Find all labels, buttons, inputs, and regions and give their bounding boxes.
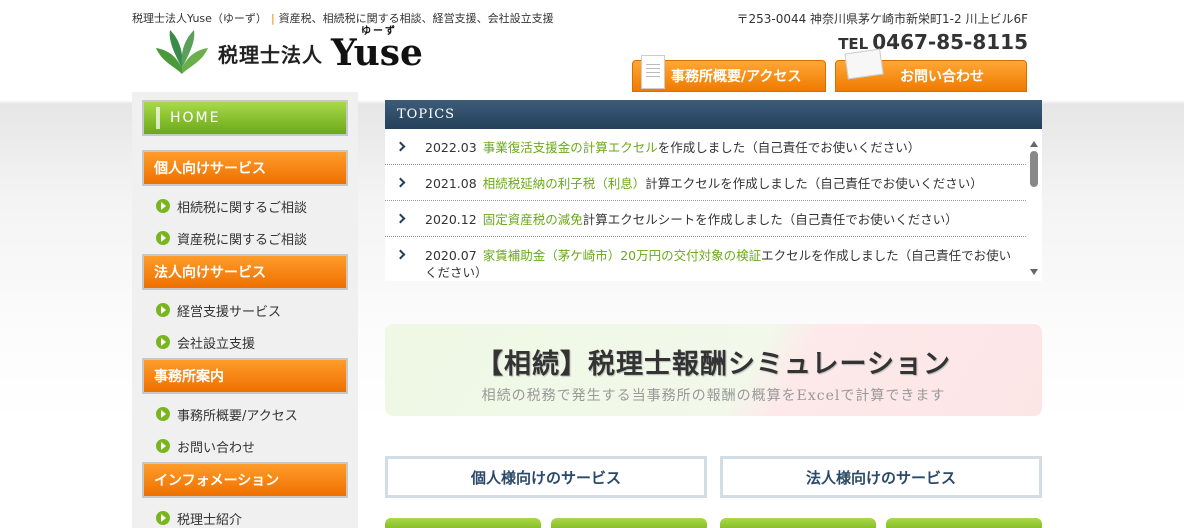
- sidebar-item-company-setup[interactable]: 会社設立支援: [142, 326, 348, 358]
- logo-ruby: ゆーず: [361, 26, 397, 37]
- topic-link[interactable]: 事業復活支援金の計算エクセル: [483, 140, 658, 155]
- page-wrapper: 税理士法人Yuse（ゆーず） | 資産税、相続税に関する相談、経営支援、会社設立支援…: [132, 0, 1052, 528]
- document-icon: [641, 55, 665, 89]
- site-header: 税理士法人Yuse（ゆーず） | 資産税、相続税に関する相談、経営支援、会社設立支援…: [132, 0, 1052, 92]
- arrow-circle-icon: [156, 439, 170, 453]
- topic-date: 2021.08: [425, 176, 477, 191]
- sidebar-item-label: 税理士紹介: [177, 512, 243, 528]
- sidebar-item-label: お問い合わせ: [177, 440, 256, 456]
- tagline-description: 資産税、相続税に関する相談、経営支援、会社設立支援: [278, 12, 554, 25]
- sidebar-category-office[interactable]: 事務所案内: [142, 358, 348, 394]
- topic-item: 2022.03 事業復活支援金の計算エクセルを作成しました（自己責任でお使いくださ…: [385, 129, 1026, 165]
- service-card[interactable]: [720, 518, 876, 528]
- topic-date: 2020.07: [425, 248, 477, 263]
- chevron-right-icon: [395, 213, 406, 224]
- service-card[interactable]: [385, 518, 541, 528]
- sidebar-category-corporate[interactable]: 法人向けサービス: [142, 254, 348, 290]
- topics-heading: TOPICS: [385, 100, 1042, 129]
- corporate-services-heading[interactable]: 法人様向けのサービス: [720, 456, 1042, 498]
- tagline-name: 税理士法人Yuse（ゆーず）: [132, 12, 267, 25]
- chevron-right-icon: [395, 177, 406, 188]
- sidebar-category-personal[interactable]: 個人向けサービス: [142, 150, 348, 186]
- leaf-logo-icon: [156, 30, 208, 74]
- main-content: TOPICS 2022.03 事業復活支援金の計算エクセルを作成しました（自己責任…: [385, 100, 1042, 528]
- topic-item: 2020.12 固定資産税の減免計算エクセルシートを作成しました（自己責任でお使い…: [385, 201, 1026, 237]
- sidebar-item-label: 会社設立支援: [177, 336, 256, 352]
- tel-number: 0467-85-8115: [872, 30, 1028, 54]
- contact-button[interactable]: お問い合わせ: [835, 48, 1027, 92]
- envelope-icon: [844, 48, 884, 80]
- topic-item: 2021.08 相続税延納の利子税（利息）計算エクセルを作成しました（自己責任でお…: [385, 165, 1026, 201]
- sidebar-item-inheritance-tax[interactable]: 相続税に関するご相談: [142, 190, 348, 222]
- topic-item: 2020.07 家賃補助金（茅ケ崎市）20万円の交付対象の検証エクセルを作成しまし…: [385, 237, 1026, 281]
- sidebar-item-office-access[interactable]: 事務所概要/アクセス: [142, 398, 348, 430]
- topic-link[interactable]: 相続税延納の利子税（利息）: [483, 176, 646, 191]
- logo-text: 税理士法人: [218, 42, 323, 67]
- office-access-button[interactable]: 事務所概要/アクセス: [632, 55, 826, 92]
- sidebar-item-label: 資産税に関するご相談: [177, 232, 308, 248]
- topic-link[interactable]: 固定資産税の減免: [483, 212, 583, 227]
- sidebar-item-management-support[interactable]: 経営支援サービス: [142, 294, 348, 326]
- logo-brand: ゆーず Yuse: [331, 27, 423, 74]
- logo-brand-text: Yuse: [331, 32, 423, 74]
- arrow-circle-icon: [156, 231, 170, 245]
- topic-date: 2022.03: [425, 140, 477, 155]
- sidebar-category-information[interactable]: インフォメーション: [142, 462, 348, 498]
- arrow-circle-icon: [156, 511, 170, 525]
- sidebar-item-label: 経営支援サービス: [177, 304, 282, 320]
- scroll-up-icon[interactable]: [1030, 141, 1038, 147]
- sidebar-home-button[interactable]: HOME: [142, 100, 348, 136]
- topic-text: 計算エクセルを作成しました（自己責任でお使いください）: [645, 176, 983, 191]
- arrow-circle-icon: [156, 199, 170, 213]
- site-logo[interactable]: 税理士法人 ゆーず Yuse: [154, 27, 423, 78]
- scroll-down-icon[interactable]: [1030, 269, 1038, 275]
- personal-services-heading[interactable]: 個人様向けのサービス: [385, 456, 707, 498]
- topic-text: 計算エクセルシートを作成しました（自己責任でお使いください）: [582, 212, 958, 227]
- tagline-separator: |: [270, 12, 275, 25]
- scroll-thumb[interactable]: [1030, 151, 1038, 187]
- sidebar-item-asset-tax[interactable]: 資産税に関するご相談: [142, 222, 348, 254]
- service-card[interactable]: [886, 518, 1042, 528]
- contact-label: お問い合わせ: [900, 69, 984, 85]
- topics-scrollbar[interactable]: [1028, 129, 1040, 281]
- sidebar-item-contact[interactable]: お問い合わせ: [142, 430, 348, 462]
- chevron-right-icon: [395, 249, 406, 260]
- banner-title: 【相続】税理士報酬シミュレーション: [476, 349, 951, 380]
- topics-list[interactable]: 2022.03 事業復活支援金の計算エクセルを作成しました（自己責任でお使いくださ…: [385, 129, 1042, 281]
- office-access-label: 事務所概要/アクセス: [671, 69, 802, 85]
- chevron-right-icon: [395, 141, 406, 152]
- sidebar-item-accountant-intro[interactable]: 税理士紹介: [142, 502, 348, 528]
- tagline: 税理士法人Yuse（ゆーず） | 資産税、相続税に関する相談、経営支援、会社設立支援: [132, 10, 554, 26]
- topic-date: 2020.12: [425, 212, 477, 227]
- fee-simulation-banner[interactable]: 【相続】税理士報酬シミュレーション 相続の税務で発生する当事務所の報酬の概算をE…: [385, 324, 1042, 416]
- arrow-circle-icon: [156, 303, 170, 317]
- arrow-circle-icon: [156, 335, 170, 349]
- sidebar-item-label: 相続税に関するご相談: [177, 200, 308, 216]
- banner-subtitle: 相続の税務で発生する当事務所の報酬の概算をExcelで計算できます: [481, 388, 946, 404]
- sidebar-item-label: 事務所概要/アクセス: [177, 408, 298, 424]
- topic-link[interactable]: 家賃補助金（茅ケ崎市）20万円の交付対象の検証: [483, 248, 761, 263]
- topic-text: を作成しました（自己責任でお使いください）: [657, 140, 921, 155]
- service-card[interactable]: [551, 518, 707, 528]
- address: 〒253-0044 神奈川県茅ケ崎市新栄町1-2 川上ビル6F: [736, 12, 1028, 26]
- arrow-circle-icon: [156, 407, 170, 421]
- sidebar-nav: HOME 個人向けサービス 相続税に関するご相談 資産税に関するご相談 法人向け…: [132, 92, 358, 528]
